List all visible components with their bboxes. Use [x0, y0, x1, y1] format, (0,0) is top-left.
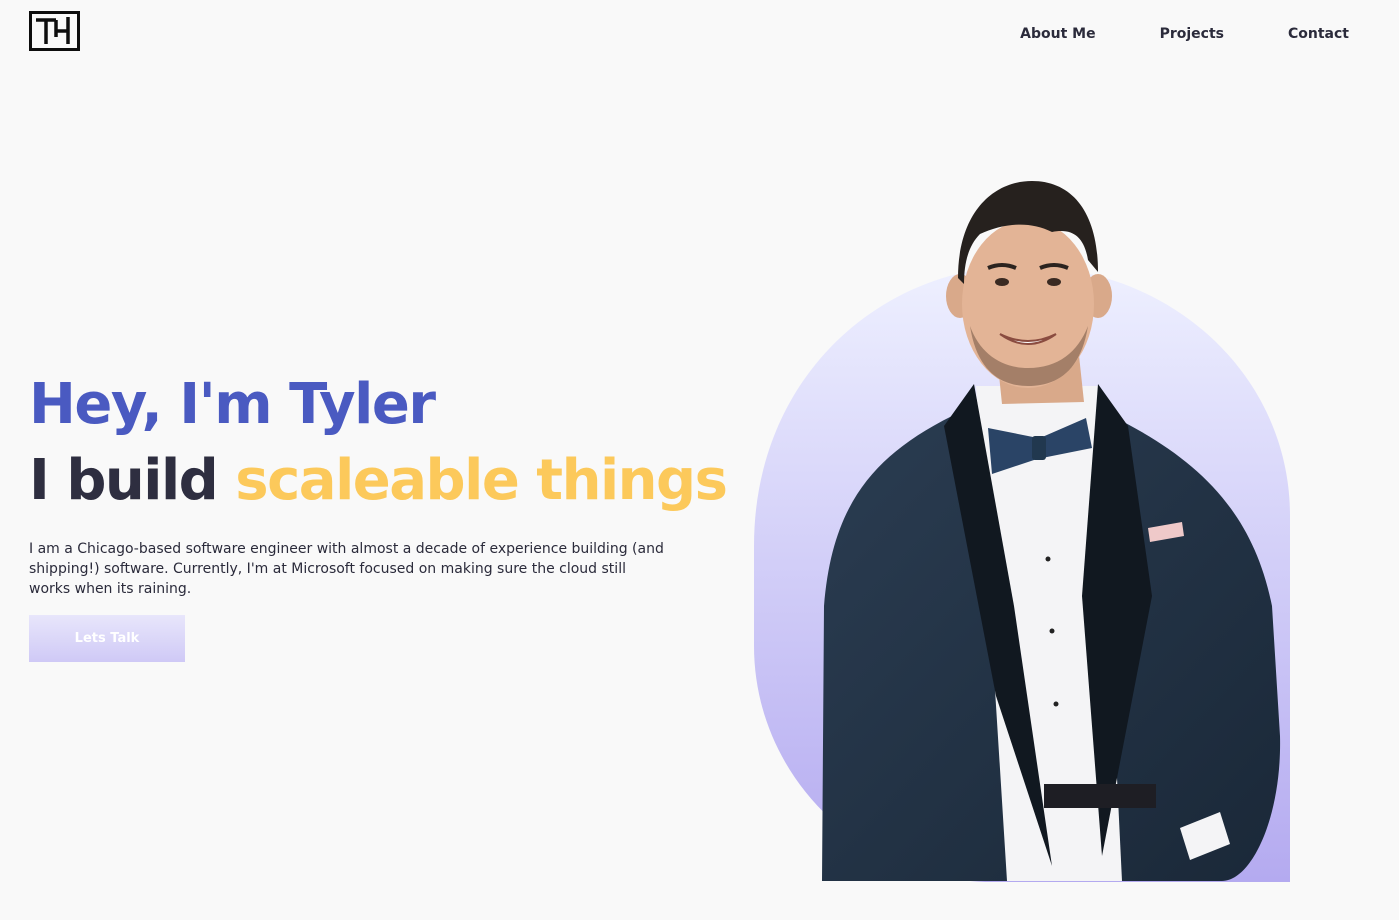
- lets-talk-button[interactable]: Lets Talk: [29, 615, 185, 662]
- th-logo-icon[interactable]: [29, 11, 80, 51]
- hero-intro: Hey, I'm Tyler I build scaleable things …: [29, 372, 728, 662]
- nav-link-about-me[interactable]: About Me: [1020, 24, 1095, 44]
- th-monogram-logo-icon: [29, 11, 80, 51]
- nav-link-contact[interactable]: Contact: [1288, 24, 1349, 44]
- profile-photo-image: [754, 181, 1290, 882]
- hero-greeting: Hey, I'm Tyler: [29, 372, 436, 437]
- tagline-accent: scaleable things: [235, 448, 728, 513]
- hero-bio: I am a Chicago-based software engineer w…: [29, 541, 664, 597]
- main-nav: About Me Projects Contact: [1020, 24, 1349, 44]
- nav-link-projects[interactable]: Projects: [1160, 24, 1224, 44]
- profile-portrait: [752, 176, 1297, 886]
- waistband: [1044, 784, 1156, 808]
- landing-page: About Me Projects Contact Hey, I'm Tyler…: [0, 0, 1399, 920]
- hero-tagline: I build scaleable things: [29, 448, 728, 514]
- tagline-lead: I build: [29, 448, 219, 513]
